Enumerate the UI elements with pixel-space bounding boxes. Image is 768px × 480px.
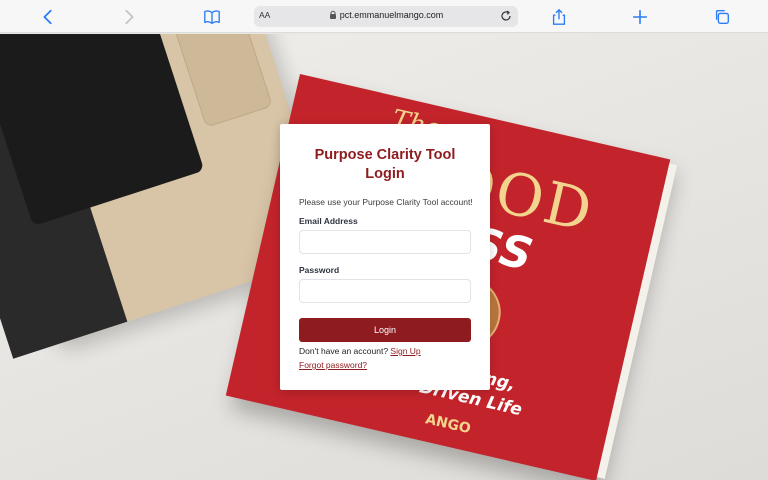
password-field[interactable] (299, 279, 471, 303)
login-card: Purpose Clarity Tool Login Please use yo… (280, 124, 490, 390)
lock-icon (329, 10, 336, 19)
signup-line: Don't have an account? Sign Up (299, 346, 421, 356)
browser-toolbar: AA pct.emmanuelmango.com (0, 0, 768, 33)
share-button[interactable] (548, 6, 570, 28)
tabs-overview-button[interactable] (711, 6, 733, 28)
forward-button[interactable] (118, 6, 140, 28)
url-text: pct.emmanuelmango.com (339, 10, 444, 20)
book-pages (596, 163, 678, 479)
book-icon (204, 10, 220, 24)
login-button[interactable]: Login (299, 318, 471, 342)
password-label: Password (299, 265, 340, 275)
signup-link[interactable]: Sign Up (390, 346, 420, 356)
share-icon (552, 8, 566, 25)
forgot-password-line: Forgot password? (299, 360, 367, 370)
email-label: Email Address (299, 216, 358, 226)
chevron-left-icon (43, 9, 52, 25)
no-account-text: Don't have an account? (299, 346, 389, 356)
url-display[interactable]: pct.emmanuelmango.com (254, 10, 518, 20)
title-line-1: Purpose Clarity Tool (314, 147, 456, 163)
new-tab-button[interactable] (629, 6, 651, 28)
tabs-icon (715, 10, 729, 24)
title-line-2: Login (365, 166, 405, 182)
page-title: Purpose Clarity Tool Login (280, 146, 490, 184)
book-author: ANGO (423, 411, 473, 438)
intro-text: Please use your Purpose Clarity Tool acc… (299, 197, 473, 207)
forgot-password-link[interactable]: Forgot password? (299, 360, 367, 370)
reload-icon[interactable] (500, 10, 512, 22)
bookmarks-button[interactable] (201, 6, 223, 28)
back-button[interactable] (37, 6, 59, 28)
chevron-right-icon (125, 9, 134, 25)
address-bar[interactable]: AA pct.emmanuelmango.com (254, 6, 518, 27)
email-field[interactable] (299, 230, 471, 254)
plus-icon (632, 9, 648, 25)
